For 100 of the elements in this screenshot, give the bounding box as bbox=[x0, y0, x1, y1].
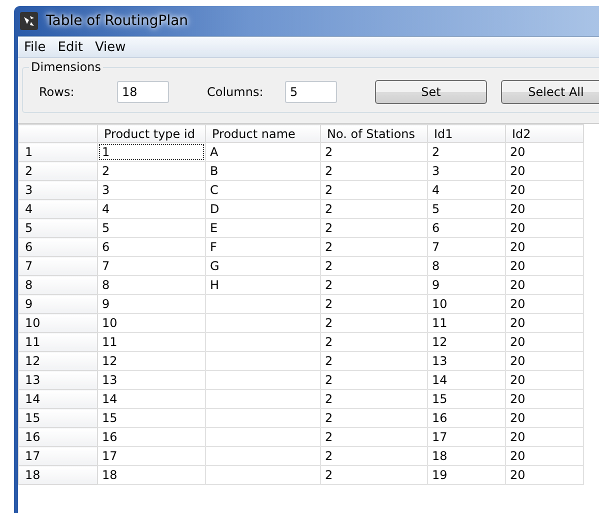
table-cell[interactable]: 12 bbox=[98, 352, 206, 370]
table-cell[interactable]: 18 bbox=[428, 446, 506, 466]
table-cell[interactable]: G bbox=[206, 256, 320, 276]
table-cell[interactable]: 2 bbox=[320, 294, 428, 314]
row-header[interactable]: 3 bbox=[18, 180, 98, 200]
set-button[interactable]: Set bbox=[375, 80, 487, 104]
menu-item[interactable]: View bbox=[88, 40, 132, 54]
column-header[interactable]: Product type id bbox=[98, 124, 206, 142]
table-cell[interactable]: 1 bbox=[98, 142, 206, 162]
table-cell[interactable]: 2 bbox=[320, 446, 428, 466]
table-cell[interactable] bbox=[206, 370, 320, 390]
table-cell[interactable]: 6 bbox=[98, 238, 206, 256]
row-header[interactable]: 16 bbox=[18, 428, 98, 446]
table-cell[interactable]: 20 bbox=[506, 314, 584, 332]
table-cell[interactable]: 7 bbox=[428, 238, 506, 256]
table-cell[interactable]: 10 bbox=[428, 294, 506, 314]
row-header[interactable]: 15 bbox=[18, 408, 98, 428]
row-header[interactable]: 7 bbox=[18, 256, 98, 276]
row-header[interactable]: 13 bbox=[18, 370, 98, 390]
table-cell[interactable]: 2 bbox=[320, 314, 428, 332]
table-cell[interactable]: 2 bbox=[320, 390, 428, 408]
input-field[interactable]: 5 bbox=[285, 81, 337, 103]
table-cell[interactable]: D bbox=[206, 200, 320, 218]
table-cell[interactable]: 6 bbox=[428, 218, 506, 238]
row-header[interactable]: 9 bbox=[18, 294, 98, 314]
table-cell[interactable]: 2 bbox=[320, 218, 428, 238]
table-cell[interactable]: 20 bbox=[506, 370, 584, 390]
table-cell[interactable]: 19 bbox=[428, 466, 506, 484]
table-cell[interactable]: 12 bbox=[428, 332, 506, 352]
row-header[interactable]: 14 bbox=[18, 390, 98, 408]
table-cell[interactable]: 9 bbox=[98, 294, 206, 314]
table-cell[interactable]: B bbox=[206, 162, 320, 180]
table-cell[interactable]: 8 bbox=[428, 256, 506, 276]
table-cell[interactable]: 2 bbox=[320, 238, 428, 256]
table-cell[interactable]: 11 bbox=[98, 332, 206, 352]
table-cell[interactable]: 2 bbox=[320, 352, 428, 370]
table-cell[interactable]: 2 bbox=[320, 256, 428, 276]
table-cell[interactable] bbox=[206, 446, 320, 466]
table-cell[interactable]: 20 bbox=[506, 276, 584, 294]
table-cell[interactable]: C bbox=[206, 180, 320, 200]
column-header[interactable]: Id2 bbox=[506, 124, 584, 142]
table-cell[interactable]: 13 bbox=[428, 352, 506, 370]
table-cell[interactable]: 17 bbox=[98, 446, 206, 466]
table-cell[interactable]: 2 bbox=[320, 276, 428, 294]
table-cell[interactable]: 20 bbox=[506, 446, 584, 466]
column-header[interactable]: No. of Stations bbox=[320, 124, 428, 142]
select-all-button[interactable]: Select All bbox=[501, 80, 599, 104]
column-header[interactable]: Id1 bbox=[428, 124, 506, 142]
table-cell[interactable]: 2 bbox=[320, 142, 428, 162]
table-cell[interactable]: 20 bbox=[506, 142, 584, 162]
row-header[interactable]: 8 bbox=[18, 276, 98, 294]
table-cell[interactable]: 8 bbox=[98, 276, 206, 294]
column-header[interactable]: Product name bbox=[206, 124, 320, 142]
table-cell[interactable]: 10 bbox=[98, 314, 206, 332]
table-cell[interactable]: 5 bbox=[98, 218, 206, 238]
row-header[interactable]: 1 bbox=[18, 142, 98, 162]
menu-item[interactable]: Edit bbox=[52, 40, 89, 54]
table-cell[interactable] bbox=[206, 332, 320, 352]
table-cell[interactable] bbox=[206, 314, 320, 332]
table-cell[interactable] bbox=[206, 428, 320, 446]
row-header[interactable]: 2 bbox=[18, 162, 98, 180]
row-header[interactable]: 5 bbox=[18, 218, 98, 238]
table-cell[interactable]: 9 bbox=[428, 276, 506, 294]
table-cell[interactable]: 13 bbox=[98, 370, 206, 390]
table-cell[interactable]: 18 bbox=[98, 466, 206, 484]
table-cell[interactable]: 17 bbox=[428, 428, 506, 446]
table-cell[interactable]: 11 bbox=[428, 314, 506, 332]
table-cell[interactable]: 16 bbox=[428, 408, 506, 428]
table-cell[interactable]: 2 bbox=[320, 466, 428, 484]
table-cell[interactable] bbox=[206, 408, 320, 428]
table-cell[interactable]: 2 bbox=[320, 180, 428, 200]
table-cell[interactable]: 16 bbox=[98, 428, 206, 446]
table-cell[interactable]: 2 bbox=[320, 370, 428, 390]
row-header[interactable]: 12 bbox=[18, 352, 98, 370]
menu-item[interactable]: File bbox=[18, 40, 52, 54]
table-cell[interactable]: 15 bbox=[98, 408, 206, 428]
table-cell[interactable]: 20 bbox=[506, 428, 584, 446]
table-cell[interactable]: 4 bbox=[98, 200, 206, 218]
table-cell[interactable]: 2 bbox=[320, 408, 428, 428]
table-cell[interactable]: F bbox=[206, 238, 320, 256]
row-header[interactable]: 10 bbox=[18, 314, 98, 332]
table-cell[interactable] bbox=[206, 352, 320, 370]
row-header[interactable]: 4 bbox=[18, 200, 98, 218]
table-cell[interactable]: 7 bbox=[98, 256, 206, 276]
table-cell[interactable]: H bbox=[206, 276, 320, 294]
table-cell[interactable]: 14 bbox=[98, 390, 206, 408]
table-cell[interactable]: 20 bbox=[506, 180, 584, 200]
table-cell[interactable]: 2 bbox=[428, 142, 506, 162]
table-cell[interactable]: 3 bbox=[428, 162, 506, 180]
row-header[interactable]: 18 bbox=[18, 466, 98, 484]
table-cell[interactable]: 20 bbox=[506, 200, 584, 218]
table-cell[interactable]: 20 bbox=[506, 466, 584, 484]
table-cell[interactable]: 20 bbox=[506, 332, 584, 352]
table-cell[interactable]: 4 bbox=[428, 180, 506, 200]
table-cell[interactable] bbox=[206, 466, 320, 484]
table-cell[interactable]: 2 bbox=[320, 200, 428, 218]
table-cell[interactable]: 3 bbox=[98, 180, 206, 200]
input-field[interactable]: 18 bbox=[117, 81, 169, 103]
table-cell[interactable] bbox=[206, 390, 320, 408]
table-cell[interactable]: 20 bbox=[506, 294, 584, 314]
